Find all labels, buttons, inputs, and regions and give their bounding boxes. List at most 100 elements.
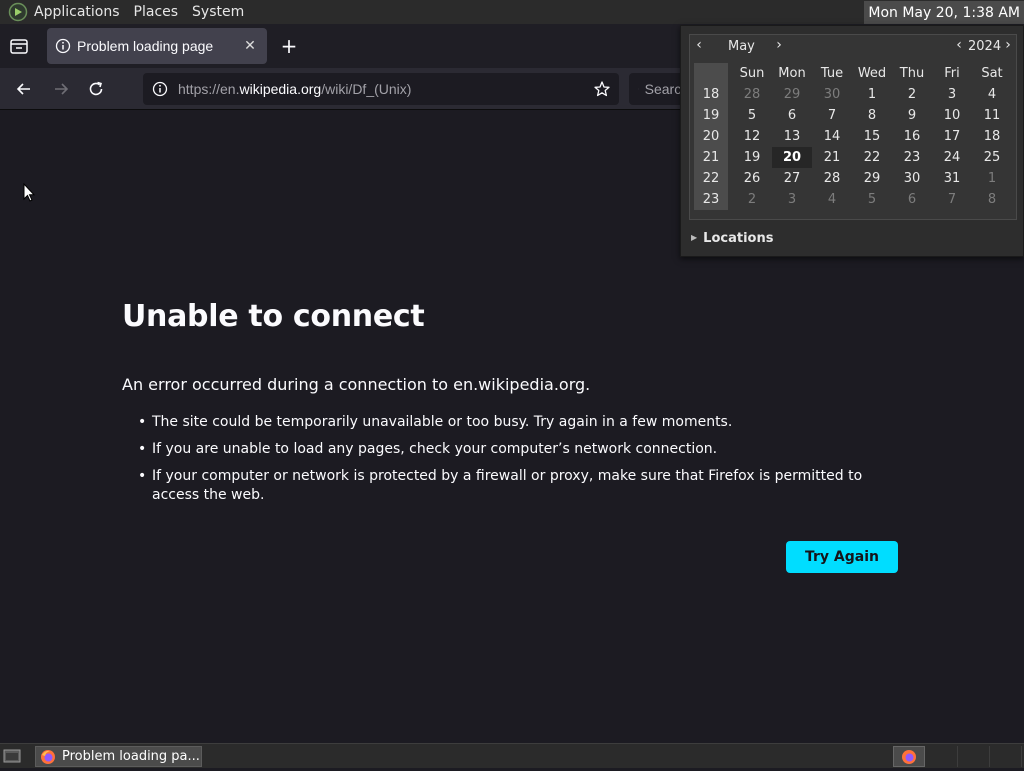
back-arrow-icon [15,80,33,98]
calendar-day[interactable]: 8 [852,105,892,126]
calendar-day[interactable]: 29 [852,168,892,189]
weekday-tue: Tue [812,63,852,84]
firefox-view-icon[interactable] [8,36,30,56]
calendar-day[interactable]: 16 [892,126,932,147]
clock-applet[interactable]: Mon May 20, 1:38 AM [864,1,1024,24]
weekday-thu: Thu [892,63,932,84]
calendar-day[interactable]: 18 [972,126,1012,147]
calendar-day[interactable]: 21 [812,147,852,168]
reload-button[interactable] [85,78,107,100]
calendar-day[interactable]: 5 [852,189,892,210]
calendar-day[interactable]: 12 [732,126,772,147]
calendar-week-row: 182829301234 [694,84,1012,105]
prev-year-icon[interactable]: ‹ [952,37,966,55]
calendar-day[interactable]: 8 [972,189,1012,210]
forward-arrow-icon [52,80,70,98]
next-month-icon[interactable]: › [772,37,786,55]
locations-expander[interactable]: ▶ Locations [691,231,773,246]
calendar-day[interactable]: 29 [772,84,812,105]
search-icon [638,81,639,97]
calendar-day[interactable]: 3 [932,84,972,105]
calendar-day[interactable]: 24 [932,147,972,168]
error-title: Unable to connect [122,299,424,334]
calendar-day[interactable]: 14 [812,126,852,147]
calendar-day[interactable]: 28 [732,84,772,105]
calendar-day[interactable]: 30 [812,84,852,105]
calendar-day[interactable]: 7 [812,105,852,126]
calendar-day[interactable]: 20 [772,147,812,168]
calendar-day[interactable]: 5 [732,105,772,126]
calendar-day[interactable]: 22 [852,147,892,168]
weekday-wed: Wed [852,63,892,84]
bookmark-star-icon[interactable] [593,80,611,98]
week-number: 21 [694,147,728,168]
calendar-widget: ‹ May › ‹ 2024 › Sun Mon Tue Wed Thu Fri… [689,34,1017,220]
calendar-day[interactable]: 10 [932,105,972,126]
close-tab-icon[interactable]: ✕ [241,37,259,55]
calendar-day[interactable]: 6 [772,105,812,126]
taskbar-window-title: Problem loading pa... [62,749,200,764]
info-icon [55,38,71,54]
calendar-day[interactable]: 11 [972,105,1012,126]
new-tab-icon[interactable]: + [278,36,300,58]
calendar-day[interactable]: 25 [972,147,1012,168]
calendar-day[interactable]: 3 [772,189,812,210]
calendar-day[interactable]: 27 [772,168,812,189]
next-year-icon[interactable]: › [1001,37,1015,55]
calendar-day[interactable]: 9 [892,105,932,126]
top-panel: Applications Places System Mon May 20, 1… [0,0,1024,24]
calendar-day[interactable]: 31 [932,168,972,189]
url-text[interactable]: https://en.wikipedia.org/wiki/Df_(Unix) [178,81,593,97]
weekday-sun: Sun [732,63,772,84]
calendar-day[interactable]: 2 [732,189,772,210]
calendar-day[interactable]: 28 [812,168,852,189]
calendar-day[interactable]: 1 [852,84,892,105]
calendar-day[interactable]: 4 [972,84,1012,105]
calendar-day[interactable]: 1 [972,168,1012,189]
calendar-popup: ‹ May › ‹ 2024 › Sun Mon Tue Wed Thu Fri… [680,25,1024,257]
expander-triangle-icon: ▶ [691,233,697,242]
calendar-day[interactable]: 4 [812,189,852,210]
tab-title: Problem loading page [77,38,241,54]
list-item: If your computer or network is protected… [138,467,898,505]
list-item: The site could be temporarily unavailabl… [138,413,898,432]
reload-icon [87,80,105,98]
calendar-day[interactable]: 23 [892,147,932,168]
workspace-4[interactable] [990,746,1022,767]
mouse-cursor-icon [23,183,35,203]
week-number-column [694,63,728,84]
forward-button[interactable] [50,78,72,100]
calendar-day[interactable]: 6 [892,189,932,210]
calendar-day[interactable]: 19 [732,147,772,168]
applications-menu[interactable]: Applications [34,4,120,20]
weekday-fri: Fri [932,63,972,84]
try-again-button[interactable]: Try Again [786,541,898,573]
taskbar-firefox-window[interactable]: Problem loading pa... [35,746,202,767]
week-number: 22 [694,168,728,189]
calendar-day[interactable]: 17 [932,126,972,147]
calendar-day[interactable]: 30 [892,168,932,189]
prev-month-icon[interactable]: ‹ [692,37,706,55]
workspace-1[interactable] [893,746,925,767]
calendar-day[interactable]: 7 [932,189,972,210]
calendar-day[interactable]: 15 [852,126,892,147]
url-bar[interactable]: https://en.wikipedia.org/wiki/Df_(Unix) [143,73,619,105]
calendar-day[interactable]: 13 [772,126,812,147]
calendar-day[interactable]: 26 [732,168,772,189]
site-info-icon[interactable] [152,81,168,97]
calendar-week-row: 19567891011 [694,105,1012,126]
calendar-week-row: 2119202122232425 [694,147,1012,168]
workspace-2[interactable] [926,746,958,767]
calendar-day[interactable]: 2 [892,84,932,105]
system-menu[interactable]: System [192,4,244,20]
workspace-3[interactable] [958,746,990,767]
calendar-week-row: 222627282930311 [694,168,1012,189]
tab-problem-loading[interactable]: Problem loading page ✕ [47,28,267,64]
show-desktop-icon[interactable] [2,747,22,765]
distro-logo-icon[interactable] [8,2,28,22]
week-number: 18 [694,84,728,105]
back-button[interactable] [13,78,35,100]
locations-label: Locations [703,231,773,246]
places-menu[interactable]: Places [134,4,179,20]
error-suggestions: The site could be temporarily unavailabl… [138,413,898,513]
